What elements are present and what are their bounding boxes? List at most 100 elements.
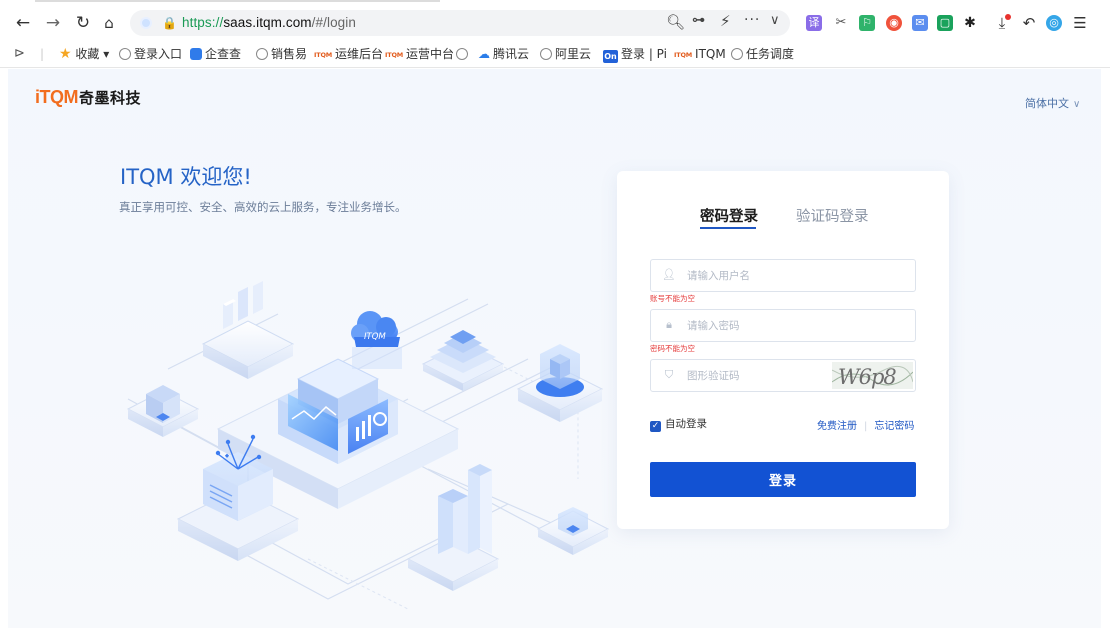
login-button[interactable]: 登录 bbox=[650, 462, 916, 497]
browser-account-icon[interactable]: ◎ bbox=[1046, 15, 1062, 31]
forgot-password-link[interactable]: 忘记密码 bbox=[874, 421, 914, 432]
tab-sms-login[interactable]: 验证码登录 bbox=[796, 205, 869, 226]
globe-icon bbox=[119, 48, 131, 60]
welcome-slogan: 真正享用可控、安全、高效的云上服务，专注业务增长。 bbox=[119, 200, 407, 214]
captcha-graphic: W6p8 bbox=[832, 365, 913, 389]
globe-icon bbox=[256, 48, 268, 60]
active-tab-underline bbox=[700, 227, 756, 229]
link-separator: | bbox=[864, 421, 868, 432]
site-info-icon[interactable] bbox=[140, 17, 152, 29]
tab-password-login[interactable]: 密码登录 bbox=[700, 205, 758, 226]
itqm-mini-icon: ITQM bbox=[674, 51, 693, 59]
on-badge-icon: On bbox=[603, 50, 618, 63]
reload-icon[interactable]: ↻ bbox=[74, 14, 92, 32]
server-stack-small bbox=[201, 281, 295, 379]
glass-cube-right bbox=[536, 507, 610, 555]
cloud-icon: ITQM bbox=[351, 311, 402, 369]
bookmark-favorites[interactable]: ★ 收藏 ▾ bbox=[59, 45, 109, 63]
green-square-icon[interactable]: ▢ bbox=[937, 15, 953, 31]
bookmark-tencent[interactable]: ☁ 腾讯云 bbox=[478, 45, 529, 63]
bookmark-label: 登录 | Pi bbox=[621, 47, 667, 61]
active-tab-indicator bbox=[35, 0, 440, 2]
bookmark-itqm[interactable]: ITQM ITQM bbox=[674, 45, 726, 63]
address-bar[interactable]: 🔒 https://saas.itqm.com/#/login 🔍︎ ⊶ ⚡︎ … bbox=[130, 10, 790, 36]
captcha-image[interactable]: W6p8 bbox=[832, 362, 913, 389]
username-input[interactable] bbox=[687, 260, 837, 291]
bookmark-pi-login[interactable]: On 登录 | Pi bbox=[603, 45, 667, 63]
captcha-field[interactable]: ⛉ W6p8 bbox=[650, 359, 916, 392]
bookmark-label: 运营中台 bbox=[406, 47, 455, 61]
home-icon[interactable]: ⌂ bbox=[100, 14, 118, 32]
bookmark-label: 阿里云 bbox=[555, 47, 592, 61]
star-icon: ★ bbox=[59, 46, 72, 62]
bookmark-unnamed[interactable] bbox=[456, 45, 471, 63]
password-input[interactable] bbox=[687, 310, 837, 341]
globe-icon bbox=[540, 48, 552, 60]
translate-extension-icon[interactable]: 译 bbox=[806, 15, 822, 31]
url-path: /#/login bbox=[311, 15, 356, 30]
chevron-down-icon[interactable]: ∨ bbox=[770, 13, 780, 28]
user-icon: 👤︎ bbox=[662, 268, 676, 281]
captcha-text: W6p8 bbox=[838, 365, 896, 389]
register-link[interactable]: 免费注册 bbox=[817, 421, 857, 432]
url-protocol: https:// bbox=[182, 15, 224, 30]
cloud-label: ITQM bbox=[364, 332, 386, 342]
sidebar-toggle-icon[interactable]: ⊳ bbox=[14, 45, 25, 63]
username-field[interactable]: 👤︎ bbox=[650, 259, 916, 292]
download-badge bbox=[1005, 14, 1011, 20]
undo-icon[interactable]: ↶ bbox=[1021, 15, 1037, 31]
browser-toolbar: ← → ↻ ⌂ 🔒 https://saas.itqm.com/#/login … bbox=[0, 6, 1110, 40]
search-icon[interactable]: 🔍︎ bbox=[666, 13, 685, 31]
itqm-mini-icon: ITQM bbox=[314, 51, 333, 59]
bookmark-label: 企查查 bbox=[205, 47, 242, 61]
puzzle-icon[interactable]: ✱ bbox=[962, 15, 978, 31]
lock-icon: 🔒︎ bbox=[666, 318, 672, 331]
weibo-icon[interactable]: ◉ bbox=[886, 15, 902, 31]
back-arrow-icon[interactable]: ← bbox=[14, 14, 32, 32]
bookmark-xiaoshouyi[interactable]: 销售易 bbox=[256, 45, 307, 63]
auth-links: 免费注册 | 忘记密码 bbox=[817, 417, 914, 432]
auto-login-checkbox[interactable]: ✓ 自动登录 bbox=[650, 416, 707, 432]
mail-icon[interactable]: ✉ bbox=[912, 15, 928, 31]
layer-stack bbox=[421, 330, 505, 391]
bookmark-qichacha[interactable]: 企查查 bbox=[190, 45, 241, 63]
bookmark-login[interactable]: 登录入口 bbox=[119, 45, 182, 63]
bookmark-label: 登录入口 bbox=[134, 47, 183, 61]
bookmark-ops[interactable]: ITQM 运维后台 bbox=[314, 45, 383, 63]
tencent-cloud-icon: ☁ bbox=[478, 47, 490, 61]
password-error: 密码不能为空 bbox=[650, 344, 695, 353]
auto-login-label: 自动登录 bbox=[665, 418, 707, 430]
password-key-icon[interactable]: ⊶ bbox=[692, 13, 705, 28]
glass-cube-left bbox=[126, 385, 200, 437]
shield-icon: ⛉ bbox=[664, 368, 674, 381]
username-error: 账号不能为空 bbox=[650, 294, 695, 303]
globe-icon bbox=[456, 48, 468, 60]
bookmark-label: 销售易 bbox=[271, 47, 308, 61]
language-selector[interactable]: 简体中文 ∨ bbox=[1025, 95, 1080, 111]
password-field[interactable]: 🔒︎ bbox=[650, 309, 916, 342]
chevron-down-icon: ∨ bbox=[1073, 99, 1081, 110]
itqm-mini-icon: ITQM bbox=[385, 51, 404, 59]
bookmark-operations[interactable]: ITQM 运营中台 bbox=[385, 45, 454, 63]
bookmark-aliyun[interactable]: 阿里云 bbox=[540, 45, 591, 63]
login-card: 密码登录 验证码登录 👤︎ 账号不能为空 🔒︎ 密码不能为空 ⛉ W6p8 ✓自 bbox=[617, 171, 949, 529]
logo[interactable]: iTQM奇墨科技 bbox=[35, 87, 141, 108]
extension-green-icon[interactable]: ⚐ bbox=[859, 15, 875, 31]
menu-icon[interactable]: ☰ bbox=[1072, 15, 1088, 31]
lock-icon: 🔒 bbox=[162, 16, 177, 30]
address-url[interactable]: https://saas.itqm.com/#/login bbox=[182, 15, 356, 30]
bookmark-divider: | bbox=[40, 47, 45, 61]
bookmark-label: 任务调度 bbox=[746, 47, 795, 61]
more-icon[interactable]: ··· bbox=[744, 12, 760, 28]
checkbox-checked-icon: ✓ bbox=[650, 421, 661, 432]
bookmark-task-scheduler[interactable]: 任务调度 bbox=[731, 45, 794, 63]
bookmark-label: 腾讯云 bbox=[493, 47, 530, 61]
lightning-icon[interactable]: ⚡︎ bbox=[720, 12, 731, 30]
cloud-servers-illustration: ITQM bbox=[126, 281, 610, 610]
scissors-icon[interactable]: ✂ bbox=[833, 15, 849, 31]
qichacha-icon bbox=[190, 48, 202, 60]
logo-text: iTQM bbox=[35, 87, 79, 107]
forward-arrow-icon[interactable]: → bbox=[44, 14, 62, 32]
language-label: 简体中文 bbox=[1025, 97, 1069, 110]
captcha-input[interactable] bbox=[687, 360, 817, 391]
